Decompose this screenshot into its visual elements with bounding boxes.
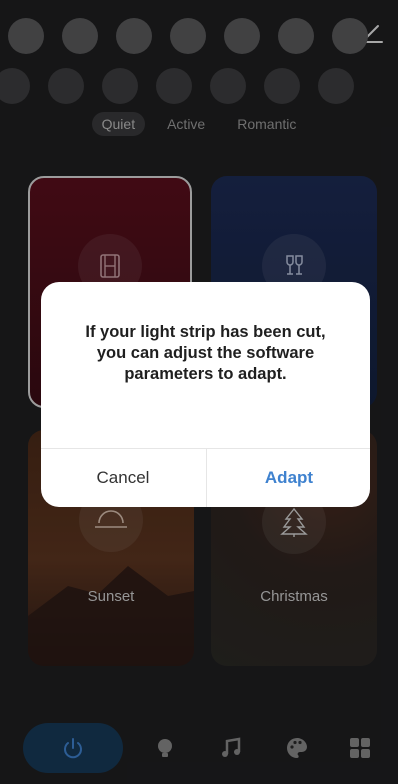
adapt-dialog: If your light strip has been cut, you ca… <box>41 282 370 507</box>
cancel-button[interactable]: Cancel <box>41 448 205 507</box>
scene-screen: Quiet Active Romantic Sunset Christmas I… <box>0 0 398 784</box>
dialog-message: If your light strip has been cut, you ca… <box>85 323 326 383</box>
adapt-button[interactable]: Adapt <box>207 448 370 507</box>
